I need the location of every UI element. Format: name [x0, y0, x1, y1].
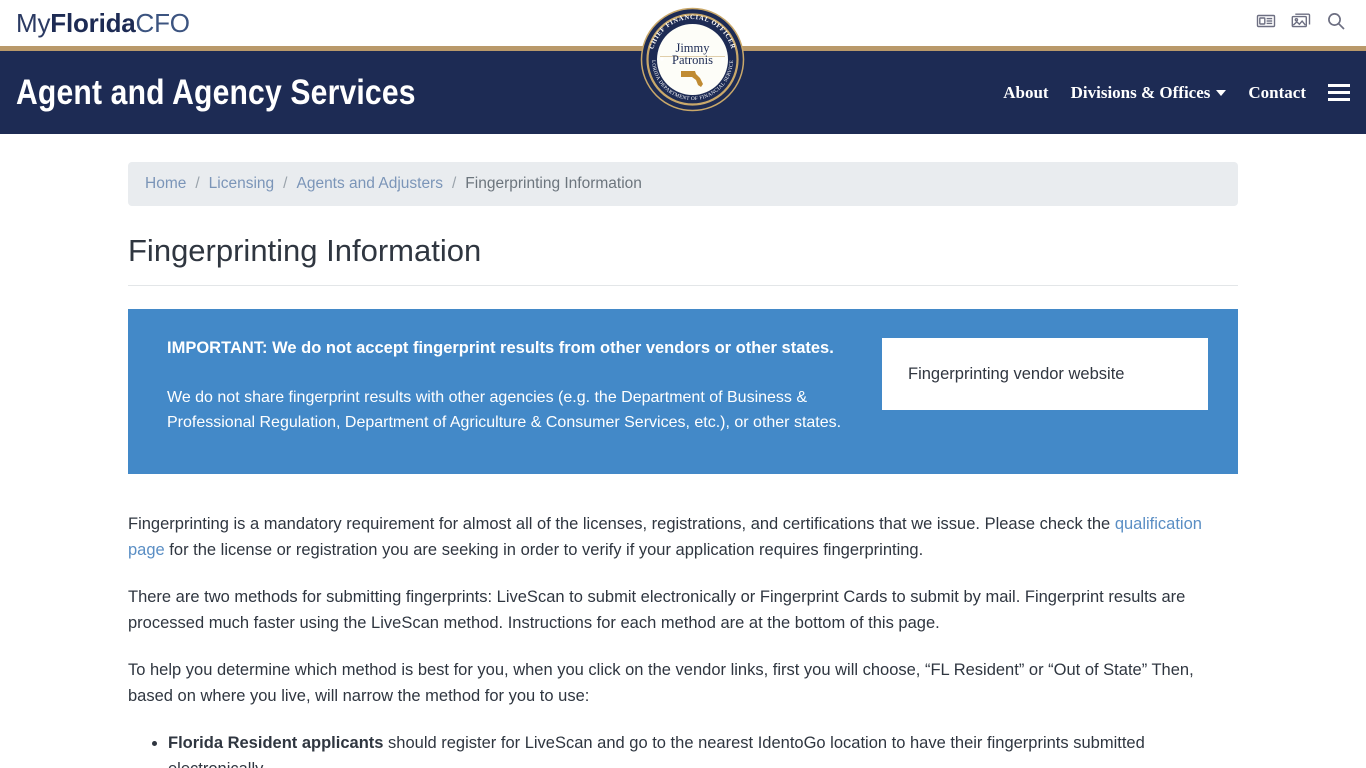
cfo-seal[interactable]: CHIEF FINANCIAL OFFICER FLORIDA DEPARTME…	[638, 3, 745, 112]
breadcrumb: Home / Licensing / Agents and Adjusters …	[128, 162, 1238, 206]
brand-my: My	[16, 7, 51, 38]
breadcrumb-item-agents-and-adjusters[interactable]: Agents and Adjusters	[296, 175, 443, 193]
nav-label-about: About	[1003, 82, 1049, 102]
brand-florida: Florida	[50, 7, 136, 38]
body-copy: Fingerprinting is a mandatory requiremen…	[128, 512, 1238, 768]
nav-label-contact: Contact	[1248, 82, 1306, 102]
alert-heading: IMPORTANT: We do not accept fingerprint …	[167, 339, 834, 357]
svg-text:Patronis: Patronis	[672, 53, 713, 67]
breadcrumb-item-current: Fingerprinting Information	[465, 175, 642, 192]
breadcrumb-separator: /	[283, 175, 288, 192]
bullet-label-florida-resident: Florida Resident applicants	[168, 734, 384, 753]
applicant-type-list: Florida Resident applicants should regis…	[128, 731, 1238, 768]
site-brand-logo[interactable]: MyFloridaCFO	[16, 8, 190, 39]
breadcrumb-separator: /	[451, 175, 457, 192]
alert-body-text: We do not share fingerprint results with…	[167, 389, 842, 431]
nav-item-divisions-offices[interactable]: Divisions & Offices	[1071, 83, 1227, 103]
brand-cfo: CFO	[135, 7, 190, 38]
breadcrumb-item-home[interactable]: Home	[145, 175, 186, 193]
fingerprinting-vendor-website-button[interactable]: Fingerprinting vendor website	[882, 338, 1208, 410]
vendor-button-label: Fingerprinting vendor website	[908, 364, 1125, 383]
alert-text-block: IMPORTANT: We do not accept fingerprint …	[167, 337, 867, 436]
newspaper-icon[interactable]	[1256, 11, 1276, 31]
top-icon-group	[1256, 11, 1346, 31]
breadcrumb-item-licensing[interactable]: Licensing	[209, 175, 275, 193]
main-navigation: About Divisions & Offices Contact	[1003, 51, 1350, 134]
search-icon[interactable]	[1326, 11, 1346, 31]
chevron-down-icon	[1216, 89, 1227, 96]
breadcrumb-separator: /	[195, 175, 200, 192]
p1-text-after: for the license or registration you are …	[164, 540, 924, 559]
page-content: Home / Licensing / Agents and Adjusters …	[0, 162, 1366, 768]
nav-item-contact[interactable]: Contact	[1248, 83, 1306, 103]
p1-text-before: Fingerprinting is a mandatory requiremen…	[128, 515, 1115, 533]
hamburger-menu-icon[interactable]	[1328, 82, 1350, 103]
hamburger-bar	[1328, 91, 1350, 94]
nav-label-divisions-offices: Divisions & Offices	[1070, 82, 1211, 102]
page-site-title: Agent and Agency Services	[16, 72, 416, 112]
paragraph-choose-method: To help you determine which method is be…	[128, 661, 1194, 705]
photo-gallery-icon[interactable]	[1291, 11, 1311, 31]
list-item: Florida Resident applicants should regis…	[168, 731, 1238, 768]
paragraph-methods: There are two methods for submitting fin…	[128, 588, 1186, 632]
hamburger-bar	[1328, 98, 1350, 101]
page-title: Fingerprinting Information	[128, 233, 1238, 286]
site-header: Agent and Agency Services CHIEF FINANCIA…	[0, 3, 1366, 134]
hamburger-bar	[1328, 84, 1350, 87]
content-container: Home / Licensing / Agents and Adjusters …	[128, 162, 1238, 768]
important-alert-banner: IMPORTANT: We do not accept fingerprint …	[128, 309, 1238, 474]
paragraph-qualification: Fingerprinting is a mandatory requiremen…	[128, 512, 1238, 563]
nav-item-about[interactable]: About	[1003, 83, 1048, 103]
